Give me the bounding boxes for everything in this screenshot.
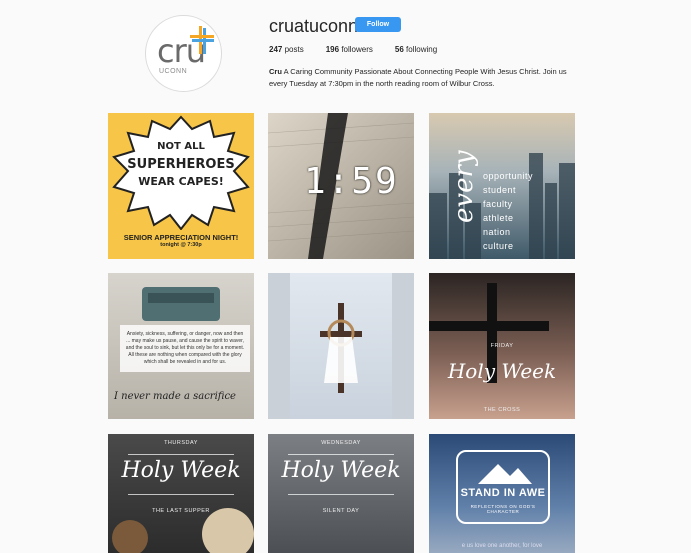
- badge-subtitle: REFLECTIONS ON GOD'S CHARACTER: [470, 504, 536, 514]
- day-label: WEDNESDAY: [321, 440, 361, 446]
- word-item: culture: [483, 241, 514, 251]
- subtitle-label: THE LAST SUPPER: [152, 508, 210, 514]
- typewriter-icon: [142, 287, 220, 321]
- quote-text: Anxiety, sickness, suffering, or danger,…: [120, 325, 250, 372]
- signature-text: I never made a sacrifice: [114, 391, 236, 402]
- bio-text: A Caring Community Passionate About Conn…: [269, 67, 567, 88]
- word-list: opportunity student faculty athlete nati…: [483, 169, 533, 253]
- holy-week-script: Holy Week: [281, 458, 401, 483]
- every-script: every: [449, 150, 479, 223]
- word-item: student: [483, 185, 517, 195]
- post-banner: SENIOR APPRECIATION NIGHT! tonight @ 7:3…: [108, 230, 254, 259]
- window-cross-image: [268, 273, 414, 419]
- word-item: athlete: [483, 213, 514, 223]
- post-typewriter-quote[interactable]: Anxiety, sickness, suffering, or danger,…: [108, 273, 254, 419]
- day-label: THURSDAY: [164, 440, 198, 446]
- following-count: 56: [394, 45, 404, 54]
- divider: [288, 454, 394, 455]
- post-text-line3: WEAR CAPES!: [138, 175, 224, 188]
- word-item: opportunity: [483, 171, 534, 181]
- posts-stat: 247 posts: [269, 45, 304, 54]
- word-item: nation: [483, 227, 511, 237]
- profile-bio: Cru A Caring Community Passionate About …: [269, 66, 569, 90]
- comic-burst-shape: [112, 115, 250, 231]
- divider: [128, 494, 234, 495]
- bio-name: Cru: [269, 67, 282, 76]
- follow-button[interactable]: Follow: [355, 17, 401, 32]
- divider: [128, 454, 234, 455]
- subtitle-label: THE CROSS: [483, 407, 521, 413]
- posts-count: 247: [269, 45, 283, 54]
- holy-week-script: Holy Week: [121, 458, 241, 483]
- day-label: FRIDAY: [490, 343, 514, 349]
- following-stat[interactable]: 56 following: [395, 45, 437, 54]
- following-label: following: [406, 45, 438, 54]
- mountain-icon: [478, 464, 532, 484]
- followers-label: followers: [341, 45, 373, 54]
- post-text-line2: SUPERHEROES: [127, 157, 235, 172]
- subtitle-label: SILENT DAY: [322, 508, 360, 514]
- posts-label: posts: [284, 45, 304, 54]
- banner-subtitle: tonight @ 7:30p: [160, 242, 202, 248]
- word-item: faculty: [483, 199, 513, 209]
- banner-title: SENIOR APPRECIATION NIGHT!: [123, 233, 239, 242]
- holy-week-script: Holy Week: [447, 359, 557, 383]
- divider: [288, 494, 394, 495]
- post-clock[interactable]: 1:59: [268, 113, 414, 259]
- post-holy-week-wednesday[interactable]: WEDNESDAY Holy Week SILENT DAY: [268, 434, 414, 553]
- post-window-cross[interactable]: [268, 273, 414, 419]
- clock-display: 1:59: [304, 161, 399, 202]
- post-holy-week-friday[interactable]: FRIDAY Holy Week THE CROSS: [429, 273, 575, 419]
- post-holy-week-thursday[interactable]: THURSDAY Holy Week THE LAST SUPPER: [108, 434, 254, 553]
- badge-title: STAND IN AWE: [460, 487, 546, 499]
- hexagon-badge: STAND IN AWE REFLECTIONS ON GOD'S CHARAC…: [456, 450, 550, 524]
- post-stand-in-awe[interactable]: STAND IN AWE REFLECTIONS ON GOD'S CHARAC…: [429, 434, 575, 553]
- post-superheroes[interactable]: NOT ALL SUPERHEROES WEAR CAPES! SENIOR A…: [108, 113, 254, 259]
- profile-stats: 247 posts 196 followers 56 following: [269, 45, 459, 54]
- cross-logo-icon: [190, 26, 214, 54]
- profile-username: cruatuconn: [269, 16, 359, 36]
- post-every[interactable]: every opportunity student faculty athlet…: [429, 113, 575, 259]
- avatar-sub-text: UCONN: [159, 68, 188, 75]
- followers-count: 196: [325, 45, 340, 54]
- bottom-ticker-text: e us love one another, for love: [461, 543, 543, 549]
- profile-avatar[interactable]: cru UCONN: [145, 15, 222, 92]
- post-text-line1: NOT ALL: [157, 141, 205, 152]
- followers-stat[interactable]: 196 followers: [326, 45, 373, 54]
